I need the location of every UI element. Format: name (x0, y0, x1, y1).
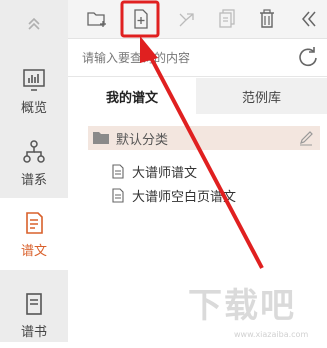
copy-icon (219, 9, 235, 28)
new-file-button[interactable] (126, 4, 156, 34)
sidebar-item-label: 谱系 (20, 172, 47, 188)
pencil-icon[interactable] (298, 130, 314, 146)
tab-bar: 我的谱文 范例库 (68, 78, 327, 114)
new-folder-button[interactable] (82, 4, 112, 34)
move-icon (179, 13, 194, 27)
search-input[interactable] (80, 46, 274, 70)
sidebar: 概览 谱系 谱文 谱书 (0, 0, 68, 342)
document-icon (112, 163, 124, 179)
sidebar-item-text[interactable]: 谱文 (0, 198, 68, 270)
folder-label: 默认分类 (116, 132, 169, 148)
sidebar-collapse-button[interactable] (0, 0, 68, 46)
tab-example-library[interactable]: 范例库 (196, 78, 327, 114)
copy-button[interactable] (212, 4, 242, 34)
watermark-url: www.xiazaiba.com (234, 330, 309, 339)
sidebar-item-overview[interactable]: 概览 (0, 58, 68, 124)
sidebar-item-label: 谱文 (20, 243, 47, 259)
tab-my-texts[interactable]: 我的谱文 (68, 78, 196, 114)
sidebar-item-label: 概览 (20, 100, 47, 116)
delete-button[interactable] (252, 4, 282, 34)
sidebar-item-label: 谱书 (20, 324, 47, 340)
new-file-icon (134, 9, 148, 29)
move-button[interactable] (172, 4, 202, 34)
chart-icon (23, 68, 45, 91)
tree-icon (23, 139, 45, 163)
list-item[interactable]: 大谱师空白页谱文 (112, 184, 236, 206)
new-folder-icon (87, 12, 106, 27)
watermark-logo: 下载吧 (188, 286, 296, 326)
document-icon (112, 187, 124, 203)
refresh-icon[interactable] (297, 47, 319, 69)
sidebar-item-lineage[interactable]: 谱系 (0, 130, 68, 196)
collapse-left-icon (302, 11, 316, 27)
list-item[interactable]: 大谱师谱文 (112, 160, 197, 182)
collapse-panel-button[interactable] (294, 4, 324, 34)
search-bar (68, 40, 327, 77)
doc-label: 大谱师空白页谱文 (132, 189, 237, 205)
sidebar-item-book[interactable]: 谱书 (0, 282, 68, 348)
doc-label: 大谱师谱文 (132, 165, 198, 181)
document-icon (26, 211, 43, 234)
chevron-up-double-icon (28, 17, 40, 30)
trash-icon (260, 9, 274, 28)
folder-icon (93, 132, 109, 144)
toolbar (68, 0, 327, 39)
folder-row[interactable]: 默认分类 (88, 126, 320, 150)
book-icon (26, 292, 42, 315)
